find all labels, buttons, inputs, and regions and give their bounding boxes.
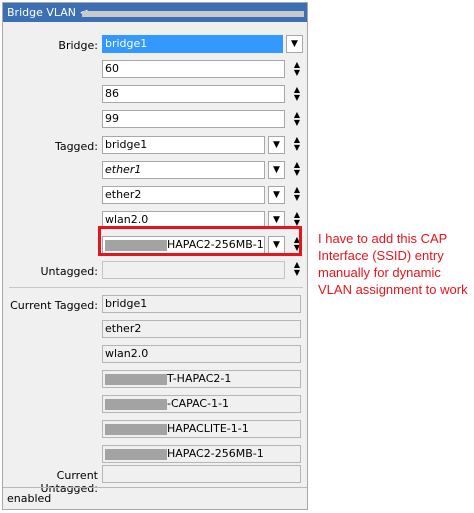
tagged-1-updown[interactable]: ▲ ▼ — [290, 136, 304, 154]
current-tagged-7: HAPAC2-256MB-1 — [102, 445, 301, 463]
current-tagged-4-value: T-HAPAC2-1 — [167, 372, 232, 385]
current-tagged-2: ether2 — [102, 320, 301, 338]
redacted-text — [105, 448, 167, 460]
current-tagged-4: T-HAPAC2-1 — [102, 370, 301, 388]
bridge-vlan-window: Bridge VLAN < Bridge: bridge1 ▼ 60 ▲ ▼ 86… — [2, 2, 308, 510]
untagged-label: Untagged: — [40, 265, 99, 278]
tagged-3-updown[interactable]: ▲ ▼ — [290, 186, 304, 204]
current-tagged-7-value: HAPAC2-256MB-1 — [167, 447, 264, 460]
current-tagged-5-value: -CAPAC-1-1 — [167, 397, 230, 410]
down-arrow-icon: ▼ — [293, 268, 301, 277]
redacted-text — [105, 373, 167, 385]
redacted-title-text — [82, 11, 304, 17]
redacted-text — [105, 398, 167, 410]
window-title: Bridge VLAN < — [7, 6, 89, 19]
current-tagged-6: HAPACLITE-1-1 — [102, 420, 301, 438]
current-tagged-3: wlan2.0 — [102, 345, 301, 363]
untagged-field[interactable] — [102, 261, 285, 279]
bridge-dropdown-button[interactable]: ▼ — [286, 35, 303, 53]
vlan-id-2-updown[interactable]: ▲ ▼ — [290, 86, 304, 104]
vlan-id-1-updown[interactable]: ▲ ▼ — [290, 61, 304, 79]
current-untagged-field — [102, 465, 301, 483]
vlan-id-field-2[interactable]: 86 — [102, 85, 285, 103]
vlan-id-3-updown[interactable]: ▲ ▼ — [290, 111, 304, 129]
current-tagged-label: Current Tagged: — [10, 299, 98, 312]
vlan-id-field-1[interactable]: 60 — [102, 60, 285, 78]
tagged-select-2[interactable]: ether1 — [102, 161, 265, 179]
current-tagged-1: bridge1 — [102, 295, 301, 313]
dropdown-arrow-icon: ▼ — [273, 165, 280, 175]
dropdown-arrow-icon: ▼ — [273, 140, 280, 150]
current-tagged-6-value: HAPACLITE-1-1 — [167, 422, 249, 435]
dropdown-arrow-icon: ▼ — [273, 215, 280, 225]
dropdown-arrow-icon: ▼ — [291, 39, 298, 49]
tagged-select-3[interactable]: ether2 — [102, 186, 265, 204]
annotation-note: I have to add this CAP Interface (SSID) … — [318, 231, 468, 297]
bridge-label: Bridge: — [58, 39, 98, 52]
untagged-updown[interactable]: ▲ ▼ — [290, 261, 304, 279]
down-arrow-icon: ▼ — [293, 93, 301, 102]
down-arrow-icon: ▼ — [293, 143, 301, 152]
tagged-1-dropdown[interactable]: ▼ — [268, 136, 285, 154]
status-bar: enabled — [3, 487, 307, 509]
bridge-select[interactable]: bridge1 — [102, 35, 283, 53]
separator — [9, 287, 303, 288]
tagged-select-1[interactable]: bridge1 — [102, 136, 265, 154]
tagged-2-updown[interactable]: ▲ ▼ — [290, 161, 304, 179]
tagged-2-dropdown[interactable]: ▼ — [268, 161, 285, 179]
down-arrow-icon: ▼ — [293, 68, 301, 77]
down-arrow-icon: ▼ — [293, 118, 301, 127]
dropdown-arrow-icon: ▼ — [273, 190, 280, 200]
title-bar[interactable]: Bridge VLAN < — [3, 3, 307, 22]
redacted-text — [105, 423, 167, 435]
tagged-3-dropdown[interactable]: ▼ — [268, 186, 285, 204]
down-arrow-icon: ▼ — [293, 193, 301, 202]
current-tagged-5: -CAPAC-1-1 — [102, 395, 301, 413]
tagged-label: Tagged: — [54, 140, 98, 153]
highlight-box — [98, 226, 302, 256]
down-arrow-icon: ▼ — [293, 168, 301, 177]
vlan-id-field-3[interactable]: 99 — [102, 110, 285, 128]
status-text: enabled — [7, 492, 52, 505]
